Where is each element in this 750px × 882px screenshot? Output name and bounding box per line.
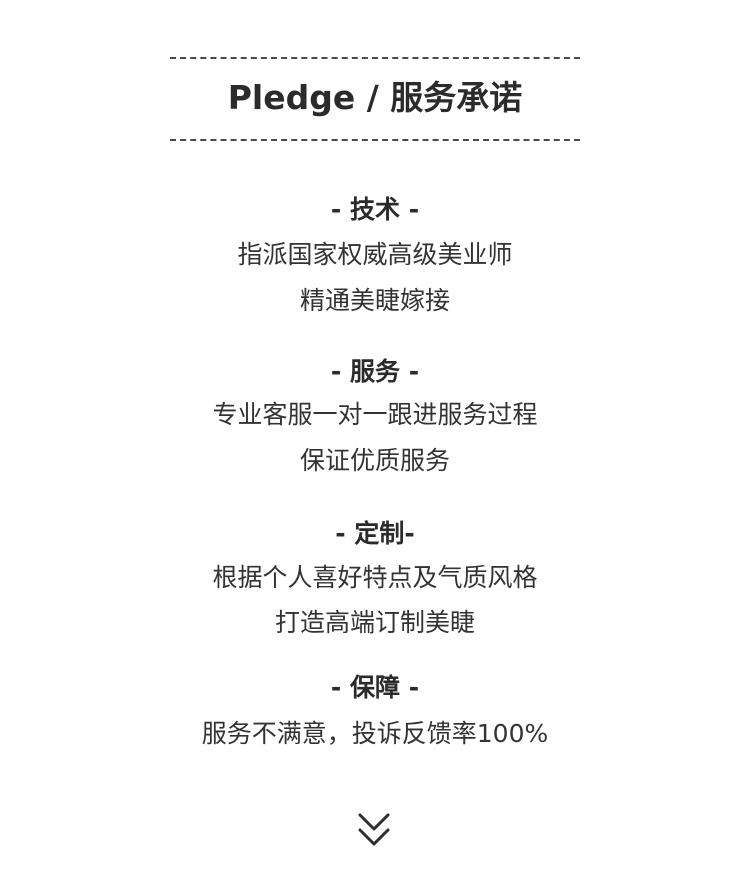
page-title: Pledge / 服务承诺	[227, 78, 523, 117]
section-line: 保证优质服务	[299, 446, 450, 475]
section-heading-technology: - 技术 -	[330, 195, 420, 224]
section-heading-customization: - 定制-	[335, 519, 415, 548]
section-heading-service: - 服务 -	[330, 357, 420, 386]
section-line: 指派国家权威高级美业师	[237, 240, 513, 269]
double-chevron-down-icon[interactable]	[356, 812, 392, 852]
bottom-dashed-divider	[170, 139, 580, 141]
section-line: 精通美睫嫁接	[299, 286, 450, 315]
section-heading-guarantee: - 保障 -	[330, 673, 420, 702]
section-line: 根据个人喜好特点及气质风格	[212, 563, 538, 592]
section-line: 打造高端订制美睫	[274, 608, 475, 637]
top-dashed-divider	[170, 57, 580, 59]
section-line: 服务不满意，投诉反馈率100%	[201, 719, 549, 748]
section-line: 专业客服一对一跟进服务过程	[212, 400, 538, 429]
